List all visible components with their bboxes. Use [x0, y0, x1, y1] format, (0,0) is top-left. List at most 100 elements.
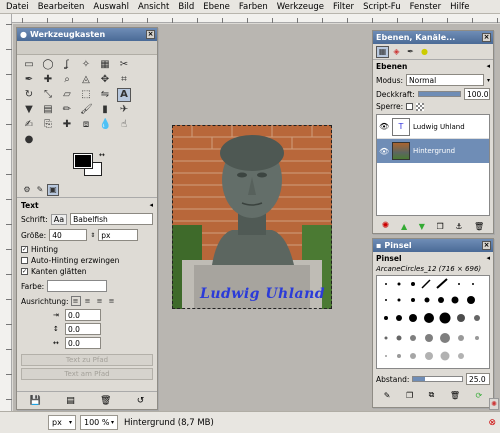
eye-icon[interactable]: 👁	[379, 147, 389, 156]
letter-spacing-input[interactable]: 0.0	[65, 337, 101, 349]
text-icon[interactable]: A	[117, 88, 131, 102]
layer-row[interactable]: 👁 T Ludwig Uhland	[377, 115, 489, 139]
autohint-checkbox[interactable]	[21, 257, 28, 264]
refresh-brushes-icon[interactable]: ⟳	[476, 391, 483, 400]
tab-menu-icon[interactable]: ◂	[486, 254, 490, 263]
mode-select[interactable]: Normal	[406, 74, 484, 86]
measure-icon[interactable]: ◬	[79, 73, 93, 87]
color-picker-icon[interactable]: ✚	[41, 73, 55, 87]
font-preview-icon[interactable]: Aa	[50, 213, 68, 225]
blur-icon[interactable]: 💧	[98, 118, 112, 132]
menu-item[interactable]: Bild	[178, 2, 194, 12]
menu-item[interactable]: Ansicht	[138, 2, 169, 12]
menu-item[interactable]: Filter	[333, 2, 354, 12]
close-icon[interactable]: ×	[482, 241, 491, 250]
ellipse-select-icon[interactable]: ◯	[41, 58, 55, 72]
brush-previews[interactable]	[377, 276, 491, 368]
eraser-icon[interactable]: ▮	[98, 103, 112, 117]
swap-colors-icon[interactable]: ↔	[99, 151, 105, 159]
scale-icon[interactable]: ⤡	[41, 88, 55, 102]
menu-item[interactable]: Farben	[239, 2, 268, 12]
duplicate-layer-icon[interactable]: ❐	[436, 222, 443, 231]
paintbrush-icon[interactable]: 🖌	[79, 103, 93, 117]
menu-item[interactable]: Ebene	[203, 2, 230, 12]
text-along-path-button[interactable]: Text am Pfad	[21, 368, 153, 380]
tab-channels[interactable]: ◈	[390, 46, 403, 58]
unit-select[interactable]: px	[98, 229, 139, 241]
tab-menu-icon[interactable]: ◂	[149, 201, 153, 210]
shear-icon[interactable]: ▱	[60, 88, 74, 102]
cancel-icon[interactable]: ⊗	[488, 418, 496, 428]
reset-options-icon[interactable]: ↺	[137, 396, 145, 406]
crop-icon[interactable]: ⌗	[117, 73, 131, 87]
layer-name[interactable]: Ludwig Uhland	[413, 123, 465, 131]
menu-item[interactable]: Script-Fu	[363, 2, 401, 12]
menu-item[interactable]: Hilfe	[450, 2, 469, 12]
tab-paths[interactable]: ✒	[404, 46, 417, 58]
layer-row-selected[interactable]: 👁 Hintergrund	[377, 139, 489, 163]
close-icon[interactable]: ×	[146, 30, 155, 39]
airbrush-icon[interactable]: ✈	[117, 103, 131, 117]
delete-layer-icon[interactable]: 🗑	[474, 222, 484, 231]
delete-brush-icon[interactable]: 🗑	[450, 391, 460, 400]
tab-layers[interactable]: ▦	[376, 46, 389, 58]
smudge-icon[interactable]: ☝	[117, 118, 131, 132]
opacity-input[interactable]: 100.0	[464, 88, 490, 100]
justify-right-icon[interactable]: ≡	[83, 296, 93, 306]
raise-layer-icon[interactable]: ▲	[401, 222, 407, 231]
justify-fill-icon[interactable]: ≡	[107, 296, 117, 306]
move-icon[interactable]: ✥	[98, 73, 112, 87]
tab-menu-icon[interactable]: ◂	[486, 62, 490, 71]
tab-device-status[interactable]: ✎	[34, 184, 46, 196]
font-input[interactable]: Babelfish	[70, 213, 153, 225]
antialias-checkbox[interactable]: ✓	[21, 268, 28, 275]
justify-center-icon[interactable]: ≡	[95, 296, 105, 306]
chevron-down-icon[interactable]: ▾	[487, 77, 490, 84]
heal-icon[interactable]: ✚	[60, 118, 74, 132]
lock-alpha-checkbox[interactable]	[406, 103, 414, 110]
zoom-icon[interactable]: ⌕	[60, 73, 74, 87]
paths-icon[interactable]: ✒	[22, 73, 36, 87]
lasso-icon[interactable]: ʆ	[60, 58, 74, 72]
rect-select-icon[interactable]: ▭	[22, 58, 36, 72]
close-icon[interactable]: ×	[482, 33, 491, 42]
hinting-checkbox[interactable]: ✓	[21, 246, 28, 253]
clone-icon[interactable]: ⎘	[41, 118, 55, 132]
tab-tool-options[interactable]: ⚙	[21, 184, 33, 196]
line-spacing-input[interactable]: 0.0	[65, 323, 101, 335]
indent-input[interactable]: 0.0	[65, 309, 101, 321]
scissors-icon[interactable]: ✂	[117, 58, 131, 72]
menu-item[interactable]: Datei	[6, 2, 29, 12]
foreground-color-swatch[interactable]	[73, 153, 93, 169]
text-color-button[interactable]	[47, 280, 108, 292]
menu-item[interactable]: Bearbeiten	[38, 2, 85, 12]
edit-brush-icon[interactable]: ✎	[384, 391, 391, 400]
opacity-slider[interactable]	[417, 91, 461, 97]
unit-select[interactable]: px ▾	[48, 415, 76, 430]
menu-item[interactable]: Auswahl	[93, 2, 129, 12]
tab-undo-history[interactable]: ▣	[47, 184, 59, 196]
flip-icon[interactable]: ⇋	[98, 88, 112, 102]
vertical-ruler[interactable]	[0, 14, 12, 411]
layers-titlebar[interactable]: Ebenen, Kanäle... ×	[373, 31, 493, 44]
anchor-layer-icon[interactable]: ⚓	[455, 222, 462, 231]
spacing-input[interactable]: 25.0	[466, 373, 490, 385]
eye-icon[interactable]: 👁	[379, 122, 389, 131]
new-layer-icon[interactable]: ✺	[382, 221, 390, 231]
size-spin-arrows[interactable]: ⇕	[90, 232, 95, 239]
lower-layer-icon[interactable]: ▼	[419, 222, 425, 231]
justify-left-icon[interactable]: ≡	[70, 296, 81, 306]
dodge-burn-icon[interactable]: ●	[22, 133, 36, 147]
horizontal-ruler[interactable]	[12, 14, 500, 23]
toolbox-titlebar[interactable]: ● Werkzeugkasten ×	[17, 28, 157, 41]
bucket-fill-icon[interactable]: ▼	[22, 103, 36, 117]
save-options-icon[interactable]: 💾	[30, 396, 41, 406]
text-to-path-button[interactable]: Text zu Pfad	[21, 354, 153, 366]
rotate-icon[interactable]: ↻	[22, 88, 36, 102]
perspective-clone-icon[interactable]: ⧈	[79, 118, 93, 132]
spacing-slider[interactable]	[412, 376, 463, 382]
restore-options-icon[interactable]: ▤	[66, 396, 75, 406]
menu-item[interactable]: Fenster	[410, 2, 442, 12]
pencil-icon[interactable]: ✏	[60, 103, 74, 117]
brushes-titlebar[interactable]: ▪ Pinsel ×	[373, 239, 493, 252]
